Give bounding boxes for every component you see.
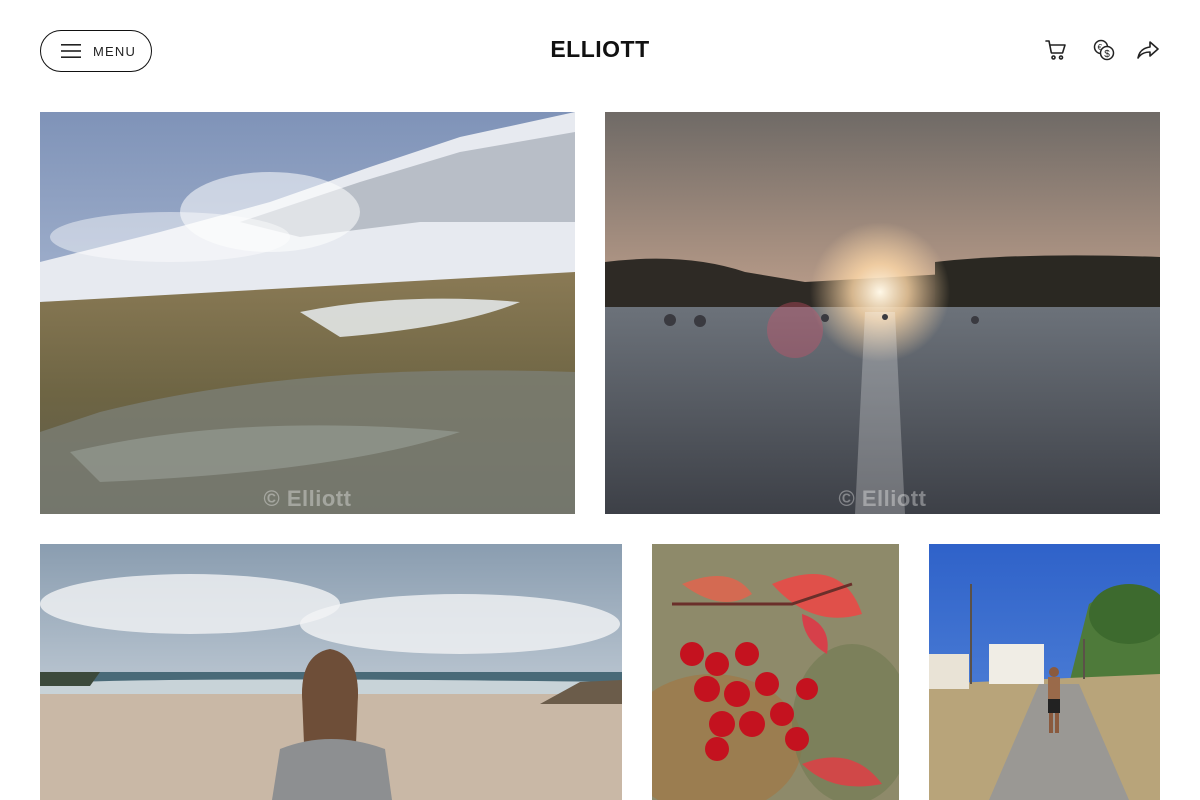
page: MENU ELLIOTT $ € © Elliott © Elliott	[0, 0, 1200, 800]
menu-label: MENU	[93, 43, 137, 59]
photo-beach-image	[40, 544, 622, 800]
svg-text:€: €	[1098, 43, 1103, 52]
hamburger-icon	[61, 44, 81, 58]
currency-icon[interactable]: $ €	[1092, 38, 1116, 62]
gallery-photo-road-walker[interactable]	[929, 544, 1160, 800]
menu-button[interactable]: MENU	[40, 30, 152, 72]
photo-sunset-image	[605, 112, 1160, 514]
photo-geothermal-image	[40, 112, 575, 514]
photo-watermark: © Elliott	[263, 486, 352, 511]
gallery-photo-sunset-lagoon[interactable]: © Elliott	[605, 112, 1160, 514]
photo-watermark: © Elliott	[838, 486, 927, 511]
share-icon[interactable]	[1136, 38, 1160, 62]
photo-road-image	[929, 544, 1160, 800]
gallery-photo-beach-portrait[interactable]	[40, 544, 622, 800]
gallery-photo-red-berries[interactable]	[652, 544, 899, 800]
gallery-photo-geothermal[interactable]: © Elliott	[40, 112, 575, 514]
brand-logo[interactable]: ELLIOTT	[550, 36, 649, 62]
brand-container: ELLIOTT	[0, 36, 1200, 63]
photo-berries-image	[652, 544, 899, 800]
cart-icon[interactable]	[1044, 38, 1068, 62]
svg-text:$: $	[1104, 49, 1110, 60]
